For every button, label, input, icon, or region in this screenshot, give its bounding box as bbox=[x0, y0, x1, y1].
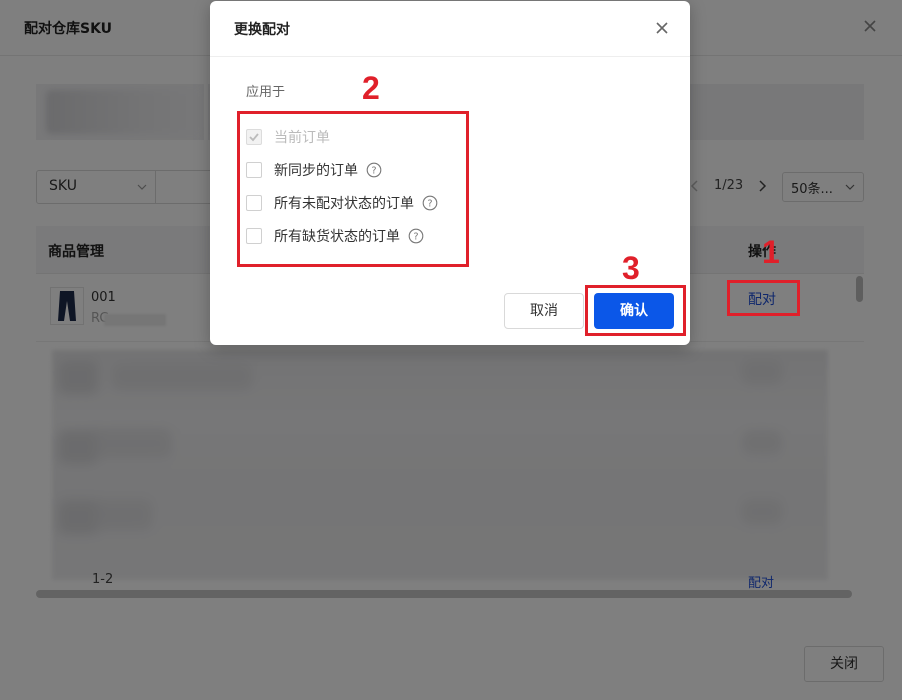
annotation-number-2: 2 bbox=[362, 70, 380, 106]
annotation-number-1: 1 bbox=[762, 234, 780, 270]
apply-to-label: 应用于 bbox=[246, 85, 286, 100]
modal-header: 更换配对 bbox=[210, 1, 690, 57]
annotation-box-3 bbox=[585, 285, 686, 336]
annotation-box-1 bbox=[727, 280, 800, 316]
close-icon[interactable] bbox=[654, 20, 670, 36]
annotation-box-2 bbox=[237, 111, 469, 267]
modal-title: 更换配对 bbox=[234, 22, 290, 38]
annotation-number-3: 3 bbox=[622, 250, 640, 286]
cancel-button[interactable]: 取消 bbox=[504, 293, 584, 329]
